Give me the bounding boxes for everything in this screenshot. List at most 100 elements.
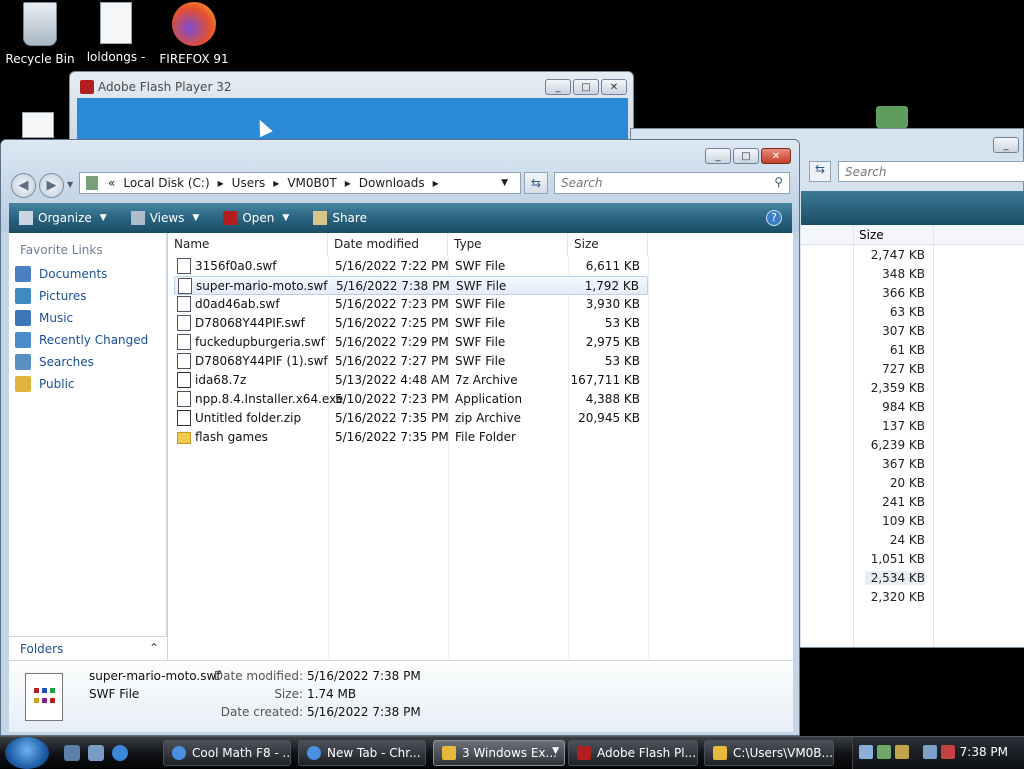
recent-pages-dropdown[interactable]: ▼ <box>67 180 73 189</box>
breadcrumb-downloads[interactable]: Downloads <box>359 176 425 190</box>
file-size: 984 KB <box>882 400 925 414</box>
forward-button[interactable]: ▶ <box>39 173 64 198</box>
app-tray-icon[interactable] <box>895 745 909 759</box>
desktop-icon-firefox[interactable]: FIREFOX 91 <box>154 0 234 66</box>
refresh-icon[interactable]: ⇆ <box>809 161 831 182</box>
close-button[interactable]: ✕ <box>761 148 791 164</box>
file-row[interactable]: 3156f0a0.swf 5/16/2022 7:22 PM SWF File 6,6… <box>174 257 648 276</box>
address-dropdown[interactable]: ▼ <box>501 178 508 188</box>
taskbar-button-flash-player[interactable]: Adobe Flash Pl... <box>568 740 698 766</box>
file-size: 20 KB <box>889 476 925 490</box>
column-header-size[interactable]: Size <box>568 233 648 256</box>
refresh-button[interactable]: ⇆ <box>524 172 548 194</box>
maximize-button[interactable]: □ <box>733 148 759 164</box>
search-icon[interactable]: ⚲ <box>774 175 783 189</box>
taskbar-button-new-tab[interactable]: New Tab - Chr... <box>298 740 426 766</box>
file-row[interactable]: D78068Y44PIF (1).swf 5/16/2022 7:27 PM SWF… <box>174 352 648 371</box>
window-title: Adobe Flash Player 32 <box>98 80 232 94</box>
nav-item-public[interactable]: Public <box>9 373 166 395</box>
show-desktop-icon[interactable] <box>64 745 80 761</box>
file-list[interactable]: Name Date modified Type Size 3156f0a0.sw… <box>168 233 793 660</box>
column-header-size[interactable]: Size <box>801 225 1024 245</box>
volume-muted-icon[interactable] <box>941 745 955 759</box>
file-size: 2,534 KB <box>865 571 925 585</box>
file-size: 61 KB <box>889 343 925 357</box>
back-button[interactable]: ◀ <box>11 173 36 198</box>
search-input[interactable]: Search <box>838 161 1024 182</box>
address-bar[interactable]: « Local Disk (C:) ▸ Users ▸ VM0B0T ▸ Dow… <box>79 172 521 194</box>
column-header-date[interactable]: Date modified <box>328 233 448 256</box>
file-size: 6,239 KB <box>870 438 925 452</box>
file-row[interactable]: npp.8.4.Installer.x64.exe 5/10/2022 7:23 … <box>174 390 648 409</box>
taskbar-button-cool-math[interactable]: Cool Math F8 - ... <box>163 740 291 766</box>
explorer-window[interactable]: _ □ ✕ ◀ ▶ ▼ « Local Disk (C:) ▸ Users ▸ … <box>0 139 800 736</box>
nav-item-searches[interactable]: Searches <box>9 351 166 373</box>
minimize-button[interactable]: _ <box>993 137 1019 153</box>
column-label: Type <box>454 237 482 251</box>
file-type: SWF File <box>455 259 506 273</box>
folder-icon <box>86 176 98 190</box>
help-button[interactable]: ? <box>766 210 782 226</box>
file-date: 5/16/2022 7:27 PM <box>335 354 449 368</box>
file-size: 727 KB <box>882 362 925 376</box>
desktop-icon-label: loldongs - <box>86 50 146 64</box>
nav-item-pictures[interactable]: Pictures <box>9 285 166 307</box>
breadcrumb-vm0b0t[interactable]: VM0B0T <box>287 176 336 190</box>
breadcrumb-overflow[interactable]: « <box>108 176 115 190</box>
network-icon[interactable] <box>859 745 873 759</box>
nav-item-music[interactable]: Music <box>9 307 166 329</box>
minimize-button[interactable]: _ <box>545 79 571 95</box>
file-row[interactable]: super-mario-moto.swf 5/16/2022 7:38 PM SWF… <box>174 276 648 295</box>
chevron-down-icon: ▼ <box>192 213 200 223</box>
network-status-icon[interactable] <box>923 745 937 759</box>
views-label: Views <box>149 211 185 225</box>
file-size: 1,051 KB <box>870 552 925 566</box>
desktop-icon-loldongs[interactable]: loldongs - <box>76 0 156 64</box>
file-type: 7z Archive <box>455 373 518 387</box>
folders-toggle[interactable]: Folders ⌃ <box>9 636 167 661</box>
app-tray-icon[interactable] <box>877 745 891 759</box>
desktop-icon-recycle-bin[interactable]: Recycle Bin <box>0 0 80 66</box>
nav-item-recently-changed[interactable]: Recently Changed <box>9 329 166 351</box>
views-button[interactable]: Views ▼ <box>130 211 200 225</box>
switch-windows-icon[interactable] <box>88 745 104 761</box>
internet-explorer-icon[interactable] <box>112 745 128 761</box>
taskbar-button-explorer-group[interactable]: 3 Windows Ex... ▼ <box>433 740 565 766</box>
column-header-name[interactable]: Name <box>168 233 328 256</box>
organize-button[interactable]: Organize ▼ <box>19 211 107 225</box>
file-row[interactable]: d0ad46ab.swf 5/16/2022 7:23 PM SWF File 3,9… <box>174 295 648 314</box>
file-row[interactable]: flash games 5/16/2022 7:35 PM File Folder <box>174 428 648 447</box>
file-size: 167,711 KB <box>570 373 640 387</box>
file-name: fuckedupburgeria.swf <box>195 335 325 349</box>
breadcrumb-separator: ▸ <box>273 176 280 190</box>
open-button[interactable]: Open ▼ <box>223 211 289 225</box>
start-button[interactable] <box>5 737 49 769</box>
breadcrumb-local-disk[interactable]: Local Disk (C:) <box>123 176 209 190</box>
views-icon <box>130 211 145 225</box>
clock[interactable]: 7:38 PM <box>960 745 1008 759</box>
share-button[interactable]: Share <box>313 211 367 225</box>
file-row[interactable]: D78068Y44PIF.swf 5/16/2022 7:25 PM SWF Fil… <box>174 314 648 333</box>
swf-file-icon <box>177 315 191 331</box>
nav-item-documents[interactable]: Documents <box>9 263 166 285</box>
nav-item-label: Public <box>39 377 75 391</box>
column-divider <box>853 225 854 647</box>
details-pane: super-mario-moto.swf SWF File Date modif… <box>9 660 793 732</box>
firefox-icon <box>172 2 216 46</box>
pictures-icon <box>15 288 31 304</box>
maximize-button[interactable]: □ <box>573 79 599 95</box>
close-button[interactable]: ✕ <box>601 79 627 95</box>
minimize-button[interactable]: _ <box>705 148 731 164</box>
folder-icon <box>713 746 727 760</box>
column-header-type[interactable]: Type <box>448 233 568 256</box>
search-input[interactable]: Search ⚲ <box>554 172 790 194</box>
search-placeholder: Search <box>561 176 603 190</box>
file-type: Application <box>455 392 523 406</box>
flash-icon <box>223 211 238 225</box>
file-row[interactable]: fuckedupburgeria.swf 5/16/2022 7:29 PM SWF… <box>174 333 648 352</box>
breadcrumb-separator: ▸ <box>432 176 439 190</box>
taskbar-button-cmd[interactable]: C:\Users\VM0B... <box>704 740 834 766</box>
file-row[interactable]: ida68.7z 5/13/2022 4:48 AM 7z Archive 167,7… <box>174 371 648 390</box>
file-row[interactable]: Untitled folder.zip 5/16/2022 7:35 PM zip … <box>174 409 648 428</box>
breadcrumb-users[interactable]: Users <box>232 176 266 190</box>
